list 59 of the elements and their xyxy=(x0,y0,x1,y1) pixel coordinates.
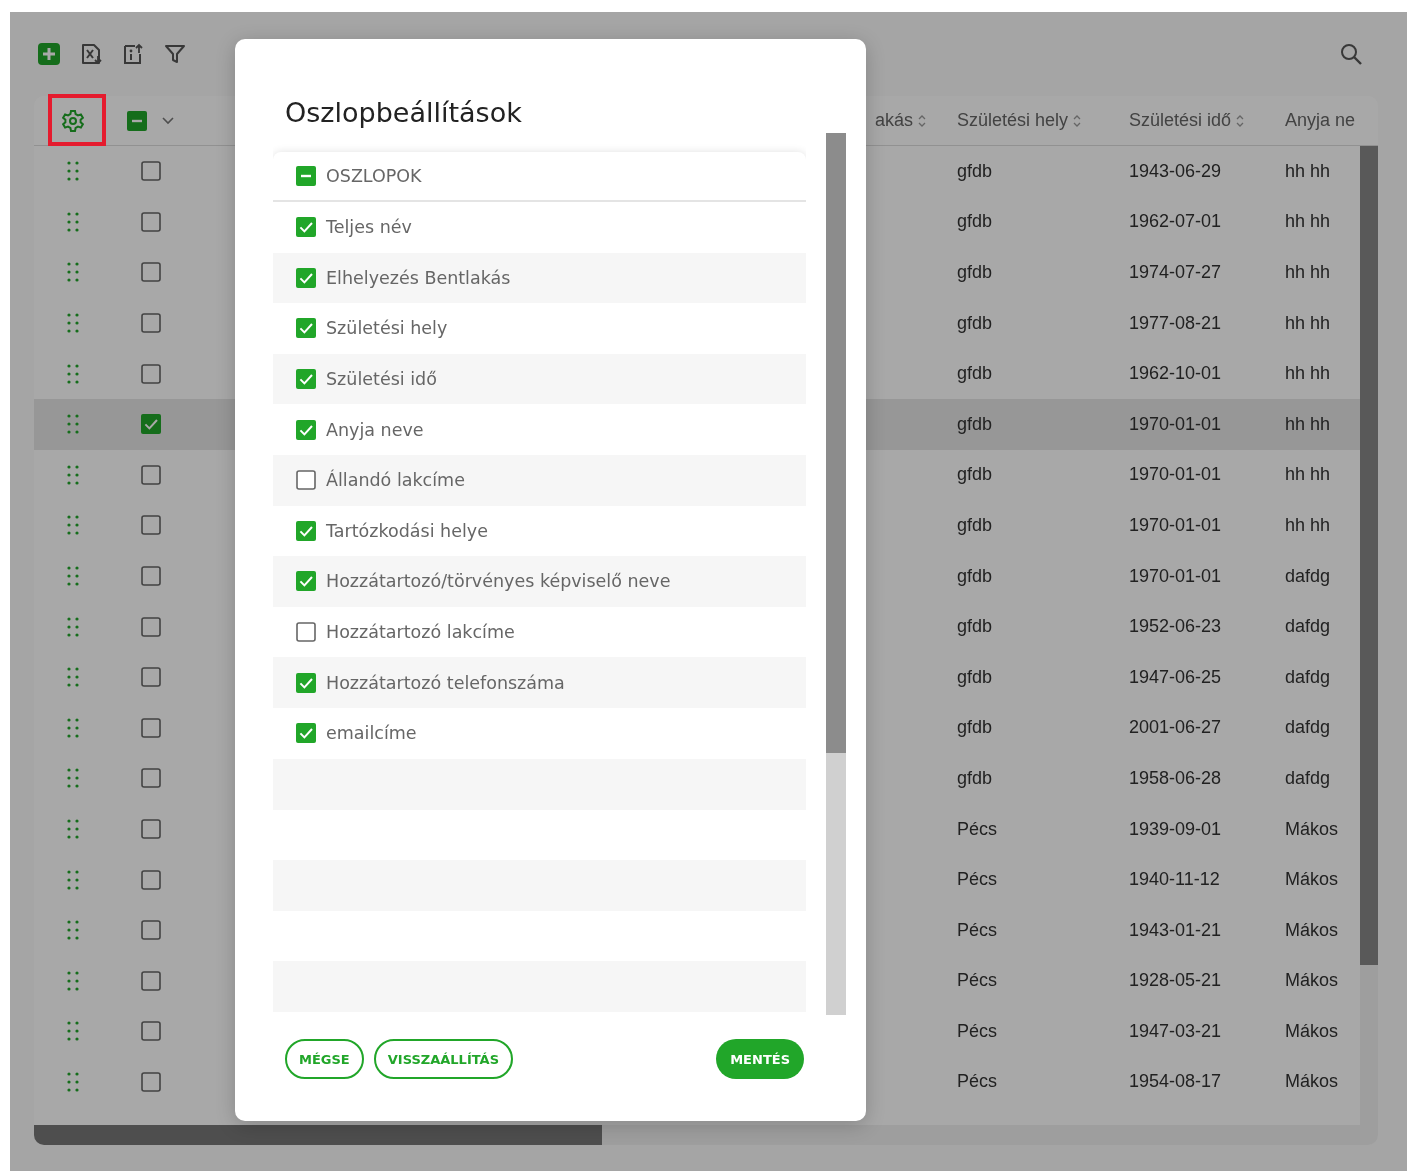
table-cell: Pécs xyxy=(957,818,998,839)
table-cell: hh hh xyxy=(1285,312,1331,333)
table-cell: 1962-07-01 xyxy=(1129,211,1222,232)
table-cell: hh hh xyxy=(1285,211,1331,232)
table-cell: 1974-07-27 xyxy=(1129,262,1222,282)
table-cell: gfdb xyxy=(957,717,993,738)
table-cell: gfdb xyxy=(957,514,993,535)
table-cell: 1970-01-01 xyxy=(1129,413,1222,434)
table-cell: Pécs xyxy=(957,1020,998,1041)
table-cell: gfdb xyxy=(957,767,993,788)
table-cell: Mákos xyxy=(1285,818,1338,839)
table-cell: hh hh xyxy=(1285,514,1331,535)
table-cell: 1952-06-23 xyxy=(1129,616,1222,637)
table-cell: Mákos xyxy=(1285,1071,1338,1092)
table-cell: gfdb xyxy=(957,160,993,181)
table-cell: 1939-09-01 xyxy=(1129,818,1222,839)
table-cell: hh hh xyxy=(1285,160,1331,181)
table-cell: dafdg xyxy=(1285,666,1331,687)
table-cell: Mákos xyxy=(1285,919,1338,940)
table-cell: Mákos xyxy=(1285,1020,1338,1041)
table-cell: Pécs xyxy=(957,919,998,940)
table-cell: 1943-01-21 xyxy=(1129,919,1222,940)
table-cell: gfdb xyxy=(957,666,993,687)
table-cell: Pécs xyxy=(957,970,998,991)
table-cell: 2001-06-27 xyxy=(1129,717,1222,738)
table-cell: gfdb xyxy=(957,312,993,333)
table-cell: gfdb xyxy=(957,464,993,485)
table-cell: 1962-10-01 xyxy=(1129,363,1222,384)
table-cell: gfdb xyxy=(957,363,993,384)
table-cell: hh hh xyxy=(1285,413,1331,434)
table-cell: gfdb xyxy=(957,616,993,637)
table-cell: 1970-01-01 xyxy=(1129,565,1222,586)
table-cell: 1977-08-21 xyxy=(1129,312,1222,333)
table-cell: 1970-01-01 xyxy=(1129,464,1222,485)
table-cell: Pécs xyxy=(957,869,998,890)
table-cell: hh hh xyxy=(1285,262,1331,282)
table-cell: 1954-08-17 xyxy=(1129,1071,1222,1092)
table-cell: dafdg xyxy=(1285,565,1331,586)
table-cell: Mákos xyxy=(1285,869,1338,890)
table-cell: Mákos xyxy=(1285,970,1338,991)
group-label: OSZLOPOK xyxy=(326,166,422,186)
table-cell: 1940-11-12 xyxy=(1129,869,1220,890)
table-cell: gfdb xyxy=(957,211,993,232)
table-cell: dafdg xyxy=(1285,767,1331,788)
table-cell: 1958-06-28 xyxy=(1129,767,1222,788)
table-cell: gfdb xyxy=(957,565,993,586)
table-cell: 1943-06-29 xyxy=(1129,160,1222,181)
table-cell: 1928-05-21 xyxy=(1129,970,1222,991)
table-cell: dafdg xyxy=(1285,616,1331,637)
table-cell: gfdb xyxy=(957,413,993,434)
table-cell: gfdb xyxy=(957,262,993,282)
table-cell: 1970-01-01 xyxy=(1129,514,1222,535)
table-cell: hh hh xyxy=(1285,363,1331,384)
table-cell: 1947-03-21 xyxy=(1129,1020,1222,1041)
table-cell: Pécs xyxy=(957,1071,998,1092)
dialog-title: Oszlopbeállítások xyxy=(285,96,523,130)
table-cell: hh hh xyxy=(1285,464,1331,485)
table-cell: 1947-06-25 xyxy=(1129,666,1222,687)
table-cell: dafdg xyxy=(1285,717,1331,738)
